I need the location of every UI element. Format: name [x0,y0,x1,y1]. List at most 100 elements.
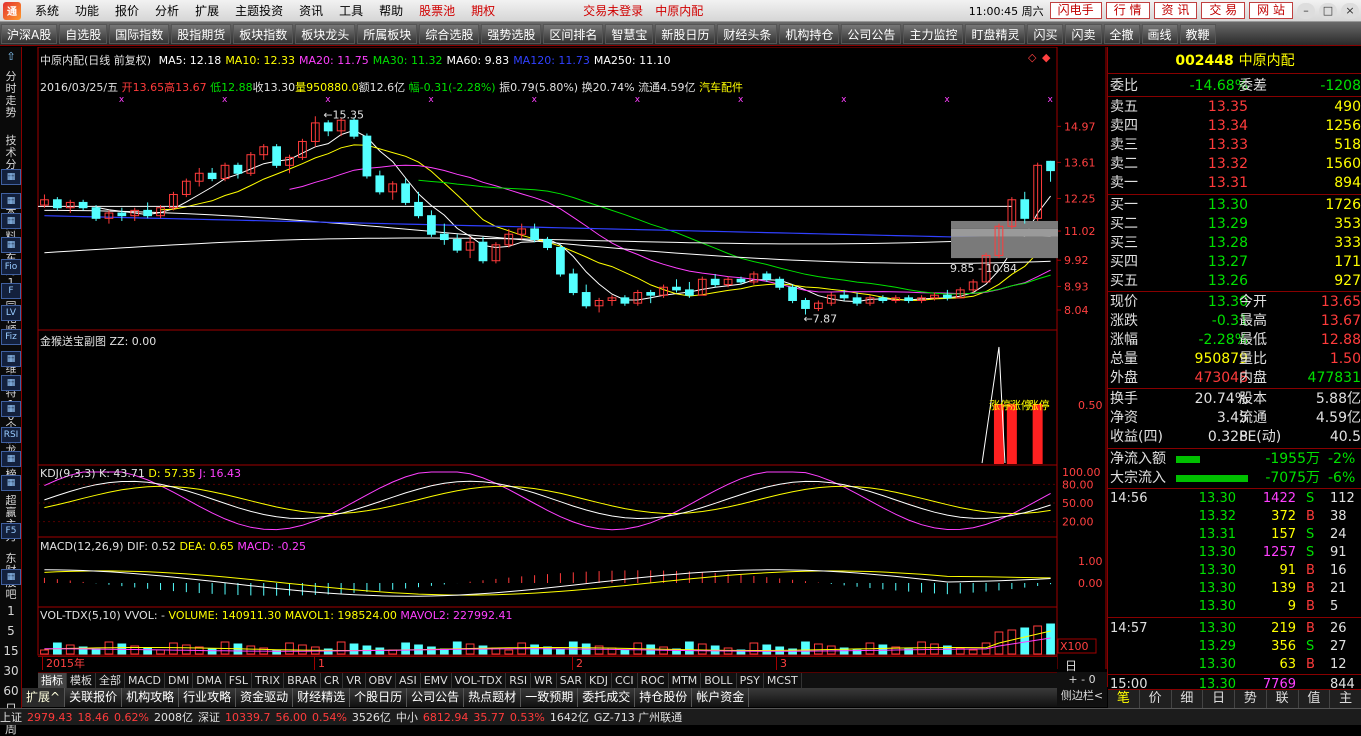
menu-item-7[interactable]: 工具 [331,2,371,19]
fio-icon[interactable]: Fio [1,259,21,275]
nav-up-icon[interactable]: ⇧ [1,51,21,63]
candle-body[interactable] [233,164,243,174]
lv-icon[interactable]: LV [1,305,21,321]
candle-body[interactable] [646,292,656,296]
toolbar-button-15[interactable]: 主力监控 [903,23,964,44]
ext-tab-8[interactable]: 热点题材 [464,688,522,707]
toolbar-button-12[interactable]: 财经头条 [717,23,778,44]
indicator-tab-13[interactable]: EMV [421,673,452,688]
fiz-icon[interactable]: Fiz [1,329,21,345]
chart2-icon[interactable]: ▦ [1,375,21,391]
top-button-4[interactable]: 网 站 [1249,2,1293,19]
indicator-tab-2[interactable]: 全部 [96,673,125,688]
indicator-tab-9[interactable]: CR [321,673,344,688]
toolbar-button-11[interactable]: 新股日历 [655,23,716,44]
toolbar-button-7[interactable]: 综合选股 [419,23,480,44]
bottom-icon[interactable]: ▦ [1,569,21,585]
toolbar-button-18[interactable]: 闪卖 [1065,23,1102,44]
menu-item-5[interactable]: 主题投资 [227,2,291,19]
side-toggle[interactable]: 侧边栏< [1057,688,1107,704]
candle-body[interactable] [710,278,720,286]
toolbar-button-16[interactable]: 盯盘精灵 [965,23,1026,44]
rsi-icon[interactable]: RSI [1,427,21,443]
period-1[interactable]: 5 [1,625,21,637]
candle-body[interactable] [375,175,385,193]
indicator-tab-20[interactable]: ROC [638,673,669,688]
period-2[interactable]: 15 [1,645,21,657]
candle-body[interactable] [414,201,423,217]
candle-body[interactable] [452,239,462,251]
candle-body[interactable] [91,207,101,219]
quote-tab-2[interactable]: 细 [1172,690,1204,708]
indicator-tab-12[interactable]: ASI [396,673,421,688]
candle-body[interactable] [736,278,746,283]
candle-body[interactable] [117,212,127,217]
candle-body[interactable] [672,286,681,291]
quote-tab-4[interactable]: 势 [1235,690,1267,708]
candle-body[interactable] [762,273,772,280]
candle-body[interactable] [530,228,539,241]
top-button-3[interactable]: 交 易 [1201,2,1246,19]
ext-tab-5[interactable]: 财经精选 [293,688,351,707]
candle-body[interactable] [143,209,153,217]
sidebar-label-0[interactable]: 分时走势 [1,71,21,119]
indicator-tab-19[interactable]: CCI [612,673,638,688]
candle-body[interactable] [427,215,436,235]
candle-body[interactable] [362,135,372,177]
ask-row[interactable]: 卖三 13.33 518 [1108,136,1361,154]
candle-body[interactable] [543,239,552,248]
candle-body[interactable] [942,294,952,299]
quote-tab-6[interactable]: 值 [1299,690,1331,708]
finance-icon[interactable]: F [1,283,21,299]
menu-item-8[interactable]: 帮助 [371,2,411,19]
indicator-tab-17[interactable]: SAR [557,673,587,688]
maximize-icon[interactable]: □ [1319,2,1337,19]
top-button-0[interactable]: 闪电手 [1049,2,1102,19]
candle-body[interactable] [349,119,359,137]
menu-item-3[interactable]: 分析 [147,2,187,19]
indicator-tab-8[interactable]: BRAR [284,673,322,688]
indicator-tab-23[interactable]: PSY [737,673,764,688]
candle-body[interactable] [801,299,810,309]
indicator-tab-15[interactable]: RSI [506,673,532,688]
toolbar-button-21[interactable]: 教鞭 [1179,23,1216,44]
toolbar-button-1[interactable]: 自选股 [59,23,108,44]
indicator-tab-7[interactable]: TRIX [252,673,285,688]
indicator-tab-5[interactable]: DMA [193,673,226,688]
candle-body[interactable] [620,297,630,304]
menu-item-2[interactable]: 报价 [107,2,147,19]
ext-tab-1[interactable]: 关联报价 [65,688,123,707]
toolbar-button-10[interactable]: 智慧宝 [605,23,654,44]
ext-tab-4[interactable]: 资金驱动 [236,688,294,707]
period-0[interactable]: 1 [1,605,21,617]
indicator-tab-16[interactable]: WR [531,673,557,688]
bid-row[interactable]: 买二 13.29 353 [1108,215,1361,233]
bid-row[interactable]: 买一 13.30 1726 [1108,196,1361,214]
ext-tab-12[interactable]: 帐户资金 [692,688,750,707]
candle-body[interactable] [52,199,62,209]
menu-item-6[interactable]: 资讯 [291,2,331,19]
indicator-tab-11[interactable]: OBV [366,673,396,688]
candle-body[interactable] [904,297,914,301]
minimize-icon[interactable]: – [1297,2,1315,19]
candle-body[interactable] [323,122,333,132]
candle-body[interactable] [207,172,217,180]
toolbar-button-13[interactable]: 机构持仓 [779,23,840,44]
candle-body[interactable] [852,297,862,304]
close-icon[interactable]: × [1341,2,1359,19]
table-icon[interactable]: ▦ [1,193,21,209]
chart-area[interactable]: 14.97 13.61 12.25 11.02 9.92 8.93 8.04 x x x x x x x x… [22,47,1107,669]
toolbar-button-14[interactable]: 公司公告 [841,23,902,44]
ext-tab-7[interactable]: 公司公告 [407,688,465,707]
ext-tab-9[interactable]: 一致预期 [521,688,579,707]
ext-tab-3[interactable]: 行业攻略 [179,688,237,707]
quote-tab-5[interactable]: 联 [1267,690,1299,708]
candle-body[interactable] [878,297,888,301]
zoom-controls[interactable]: + - 0 [1057,672,1107,688]
diamond-icon[interactable]: ▦ [1,451,21,467]
login-notice[interactable]: 交易未登录 [583,2,643,19]
ext-tab-11[interactable]: 持仓股份 [635,688,693,707]
toolbar-button-0[interactable]: 沪深A股 [1,23,58,44]
indicator-tab-3[interactable]: MACD [125,673,165,688]
bid-row[interactable]: 买四 13.27 171 [1108,253,1361,271]
